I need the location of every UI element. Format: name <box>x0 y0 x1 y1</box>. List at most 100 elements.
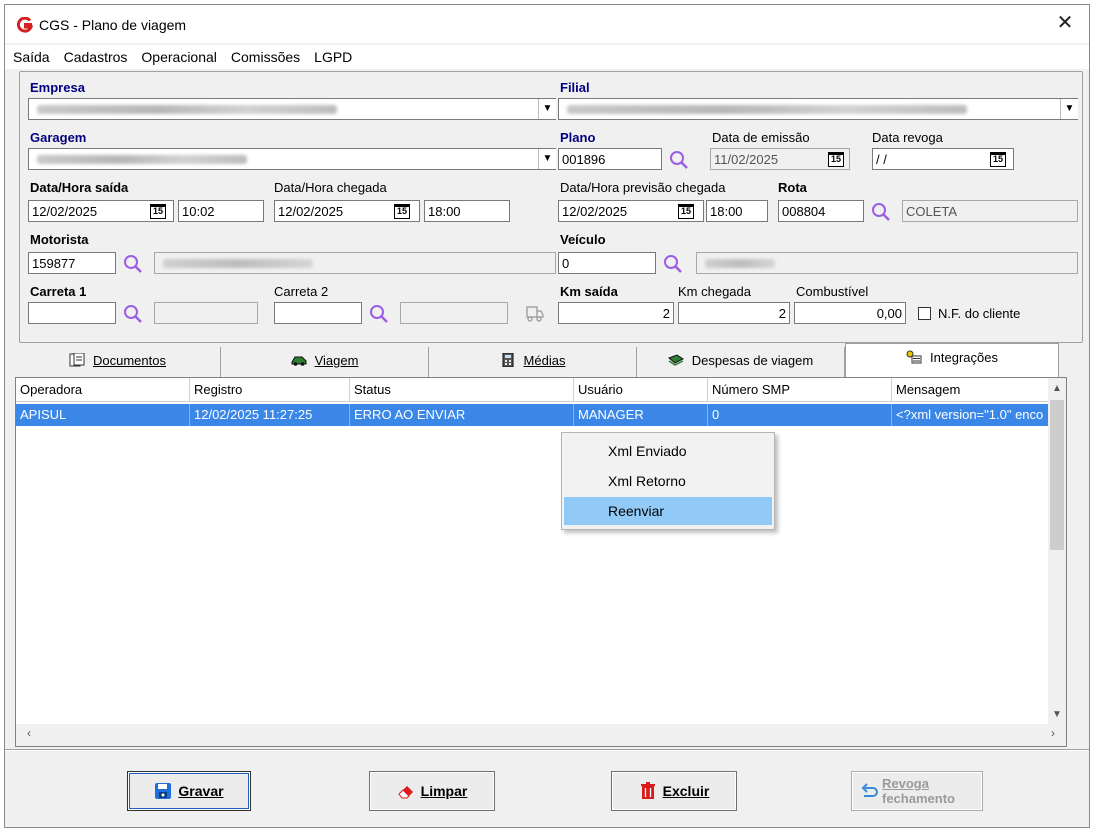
cell-status: ERRO AO ENVIAR <box>350 404 574 426</box>
gravar-button[interactable]: Gravar <box>127 771 251 811</box>
calendar-icon[interactable]: 15 <box>990 152 1006 167</box>
excluir-label: Excluir <box>662 783 710 799</box>
tab-viagem[interactable]: Viagem <box>221 347 429 377</box>
empresa-select[interactable]: ▼ <box>28 98 556 120</box>
km-chegada-input[interactable]: 2 <box>678 302 790 324</box>
table-row[interactable]: APISUL 12/02/2025 11:27:25 ERRO AO ENVIA… <box>16 404 1050 426</box>
veiculo-input[interactable]: 0 <box>558 252 656 274</box>
plano-label: Plano <box>560 130 596 145</box>
chegada-time-input[interactable]: 18:00 <box>424 200 510 222</box>
nf-cliente-checkbox[interactable] <box>918 307 931 320</box>
documents-icon <box>69 353 85 367</box>
calendar-icon[interactable]: 15 <box>150 204 166 219</box>
carreta1-input[interactable] <box>28 302 116 324</box>
cell-registro: 12/02/2025 11:27:25 <box>190 404 350 426</box>
carreta2-input[interactable] <box>274 302 362 324</box>
chevron-down-icon[interactable]: ▼ <box>538 149 556 169</box>
search-icon[interactable] <box>870 201 892 223</box>
filial-label: Filial <box>560 80 590 95</box>
calculator-icon <box>502 353 514 367</box>
chevron-down-icon[interactable]: ▼ <box>1060 99 1078 119</box>
footer-divider <box>5 749 1089 751</box>
search-icon[interactable] <box>668 149 690 171</box>
previsao-time-input[interactable]: 18:00 <box>706 200 768 222</box>
saida-time-input[interactable]: 10:02 <box>178 200 264 222</box>
calendar-icon[interactable]: 15 <box>828 152 844 167</box>
scroll-left-icon[interactable]: ‹ <box>20 726 38 744</box>
scroll-right-icon[interactable]: › <box>1044 726 1062 744</box>
tab-despesas[interactable]: Despesas de viagem <box>637 347 845 377</box>
close-icon[interactable]: ✕ <box>1045 9 1085 39</box>
column-header-usuario[interactable]: Usuário <box>574 378 708 402</box>
motorista-label: Motorista <box>30 232 89 247</box>
column-header-status[interactable]: Status <box>350 378 574 402</box>
save-icon <box>155 783 172 799</box>
combustivel-label: Combustível <box>796 284 869 299</box>
calendar-icon[interactable]: 15 <box>678 204 694 219</box>
menu-saida[interactable]: Saída <box>5 45 56 65</box>
tab-documentos-label: Documentos <box>93 353 166 368</box>
scroll-down-icon[interactable]: ▼ <box>1048 706 1066 724</box>
excluir-button[interactable]: Excluir <box>611 771 737 811</box>
garagem-select[interactable]: ▼ <box>28 148 556 170</box>
combustivel-input[interactable]: 0,00 <box>794 302 906 324</box>
scroll-up-icon[interactable]: ▲ <box>1048 380 1066 398</box>
menu-cadastros[interactable]: Cadastros <box>56 45 134 65</box>
grid-header: Operadora Registro Status Usuário Número… <box>16 378 1050 402</box>
title-bar: CGS - Plano de viagem ✕ <box>5 5 1089 43</box>
search-icon[interactable] <box>122 303 144 325</box>
rota-input[interactable]: 008804 <box>778 200 864 222</box>
horizontal-scrollbar[interactable]: ‹ › <box>16 724 1066 746</box>
undo-icon <box>861 783 878 797</box>
veiculo-label: Veículo <box>560 232 606 247</box>
search-icon[interactable] <box>368 303 390 325</box>
vertical-scrollbar[interactable]: ▲ ▼ <box>1048 378 1066 724</box>
tab-bar: Documentos Viagem Médias Despesas de via… <box>15 343 1087 377</box>
nf-cliente-label: N.F. do cliente <box>938 306 1021 321</box>
km-saida-input[interactable]: 2 <box>558 302 674 324</box>
menu-item-reenviar[interactable]: Reenviar <box>564 497 772 525</box>
carreta2-label: Carreta 2 <box>274 284 329 299</box>
calendar-icon[interactable]: 15 <box>394 204 410 219</box>
menu-comissoes[interactable]: Comissões <box>223 45 306 65</box>
search-icon[interactable] <box>662 253 684 275</box>
km-saida-label: Km saída <box>560 284 618 299</box>
menu-item-xml-retorno[interactable]: Xml Retorno <box>564 467 772 495</box>
money-icon <box>667 354 684 366</box>
tab-documentos[interactable]: Documentos <box>15 347 221 377</box>
menu-lgpd[interactable]: LGPD <box>306 45 358 65</box>
search-icon[interactable] <box>122 253 144 275</box>
limpar-label: Limpar <box>420 783 468 799</box>
cell-usuario: MANAGER <box>574 404 708 426</box>
trash-icon <box>640 782 655 799</box>
garagem-label: Garagem <box>30 130 87 145</box>
rota-label: Rota <box>778 180 807 195</box>
chevron-down-icon[interactable]: ▼ <box>538 99 556 119</box>
tab-integracoes[interactable]: Integrações <box>845 343 1059 377</box>
app-logo-icon <box>17 17 33 33</box>
car-icon <box>291 356 307 366</box>
menu-operacional[interactable]: Operacional <box>133 45 223 65</box>
column-header-numero-smp[interactable]: Número SMP <box>708 378 892 402</box>
filial-select[interactable]: ▼ <box>558 98 1078 120</box>
menu-item-xml-enviado[interactable]: Xml Enviado <box>564 437 772 465</box>
motorista-name <box>154 252 556 274</box>
truck-icon[interactable] <box>522 304 544 324</box>
context-menu: Xml Enviado Xml Retorno Reenviar <box>561 432 775 530</box>
integrations-grid[interactable]: Operadora Registro Status Usuário Número… <box>15 377 1067 747</box>
motorista-input[interactable]: 159877 <box>28 252 116 274</box>
tab-medias[interactable]: Médias <box>429 347 637 377</box>
limpar-button[interactable]: Limpar <box>369 771 495 811</box>
revoga-label-line2: fechamento <box>882 791 955 806</box>
column-header-mensagem[interactable]: Mensagem <box>892 378 1050 402</box>
tab-despesas-label: Despesas de viagem <box>691 353 814 368</box>
revoga-fechamento-button[interactable]: Revoga fechamento <box>851 771 983 811</box>
tab-viagem-label: Viagem <box>314 353 359 368</box>
data-hora-chegada-label: Data/Hora chegada <box>274 180 387 195</box>
plano-input[interactable]: 001896 <box>558 148 662 170</box>
column-header-registro[interactable]: Registro <box>190 378 350 402</box>
column-header-operadora[interactable]: Operadora <box>16 378 190 402</box>
window-title: CGS - Plano de viagem <box>39 17 187 33</box>
tab-integracoes-label: Integrações <box>930 350 998 365</box>
scroll-thumb[interactable] <box>1050 400 1064 550</box>
